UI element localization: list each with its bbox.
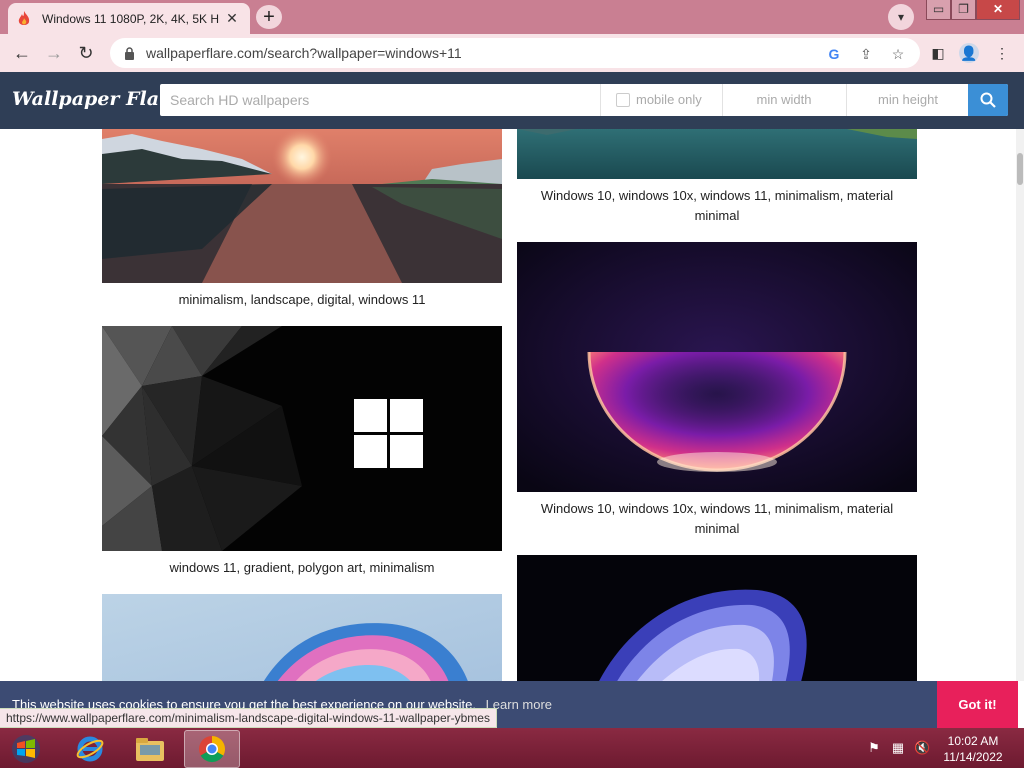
reload-icon[interactable]: ↻ (74, 41, 98, 65)
wallpaper-caption[interactable]: minimalism, landscape, digital, windows … (102, 290, 502, 310)
clock-date: 11/14/2022 (943, 750, 1003, 764)
volume-muted-icon[interactable]: 🔇 (914, 740, 930, 756)
window-minimize-button[interactable]: ▭ (926, 0, 951, 20)
action-center-flag-icon[interactable]: ⚑ (866, 740, 882, 756)
tab-title: Windows 11 1080P, 2K, 4K, 5K HD wallpape… (42, 11, 220, 26)
search-divider (600, 84, 601, 116)
site-logo[interactable]: Wallpaper Flare (12, 88, 181, 110)
wallpaper-thumbnail[interactable] (102, 326, 502, 551)
search-button[interactable] (968, 84, 1008, 116)
profile-avatar-icon[interactable]: 👤 (959, 43, 979, 63)
tab-search-chevron-icon[interactable]: ▾ (888, 4, 914, 30)
min-height-field[interactable]: min height (848, 84, 968, 116)
file-explorer-icon[interactable] (122, 730, 178, 768)
wallpaper-thumbnail[interactable] (517, 242, 917, 492)
lock-icon (122, 46, 136, 60)
tab-close-icon[interactable]: ✕ (224, 10, 240, 26)
new-tab-button[interactable]: + (256, 5, 282, 29)
window-close-button[interactable]: ✕ (976, 0, 1020, 20)
wallpaper-caption[interactable]: windows 11, gradient, polygon art, minim… (102, 558, 502, 578)
search-bar: mobile only min width min height (160, 84, 1008, 116)
site-header: Wallpaper Flare mobile only min width mi… (0, 72, 1024, 129)
browser-tab-active[interactable]: Windows 11 1080P, 2K, 4K, 5K HD wallpape… (8, 3, 250, 34)
wallpaper-thumbnail[interactable] (517, 129, 917, 179)
windows-taskbar: ⚑ ▦ 🔇 10:02 AM 11/14/2022 (0, 728, 1024, 768)
cookie-accept-button[interactable]: Got it! (937, 681, 1018, 728)
page-scrollbar[interactable] (1016, 129, 1024, 681)
browser-tabstrip: Windows 11 1080P, 2K, 4K, 5K HD wallpape… (0, 0, 1024, 34)
wallpaper-thumbnail[interactable] (102, 129, 502, 283)
link-status-bar: https://www.wallpaperflare.com/minimalis… (0, 708, 497, 728)
internet-explorer-icon[interactable] (62, 730, 118, 768)
side-panel-icon[interactable]: ◧ (928, 43, 948, 63)
search-divider (722, 84, 723, 116)
bookmark-star-icon[interactable]: ☆ (889, 45, 907, 63)
wallpaper-caption[interactable]: Windows 10, windows 10x, windows 11, min… (517, 186, 917, 226)
mobile-only-toggle[interactable]: mobile only (616, 92, 702, 107)
results-grid: minimalism, landscape, digital, windows … (0, 129, 1024, 681)
wallpaper-caption[interactable]: Windows 10, windows 10x, windows 11, min… (517, 499, 917, 539)
mobile-only-label: mobile only (636, 92, 702, 107)
search-input[interactable] (160, 84, 600, 116)
share-icon[interactable]: ⇪ (857, 45, 875, 63)
browser-toolbar: ← → ↻ wallpaperflare.com/search?wallpape… (0, 34, 1024, 72)
mobile-only-checkbox[interactable] (616, 92, 630, 107)
clock-time: 10:02 AM (947, 734, 999, 748)
back-arrow-icon[interactable]: ← (10, 41, 34, 65)
windows-logo-icon (12, 735, 40, 763)
wallpaper-thumbnail[interactable] (102, 594, 502, 681)
min-width-field[interactable]: min width (724, 84, 844, 116)
chrome-icon[interactable] (184, 730, 240, 768)
address-bar[interactable]: wallpaperflare.com/search?wallpaper=wind… (110, 38, 920, 68)
scrollbar-thumb[interactable] (1017, 153, 1023, 185)
google-translate-icon[interactable]: G (825, 45, 843, 63)
window-maximize-button[interactable]: ❐ (951, 0, 976, 20)
taskbar-clock[interactable]: 10:02 AM 11/14/2022 (938, 733, 1008, 765)
search-icon (980, 92, 996, 108)
network-icon[interactable]: ▦ (890, 740, 906, 756)
search-divider (846, 84, 847, 116)
wallpaper-thumbnail[interactable] (517, 555, 917, 681)
url-text: wallpaperflare.com/search?wallpaper=wind… (146, 45, 462, 61)
forward-arrow-icon[interactable]: → (42, 41, 66, 65)
start-button[interactable] (6, 730, 46, 768)
menu-kebab-icon[interactable]: ⋮ (992, 43, 1012, 63)
flame-icon (16, 10, 32, 27)
screen: Windows 11 1080P, 2K, 4K, 5K HD wallpape… (0, 0, 1024, 768)
